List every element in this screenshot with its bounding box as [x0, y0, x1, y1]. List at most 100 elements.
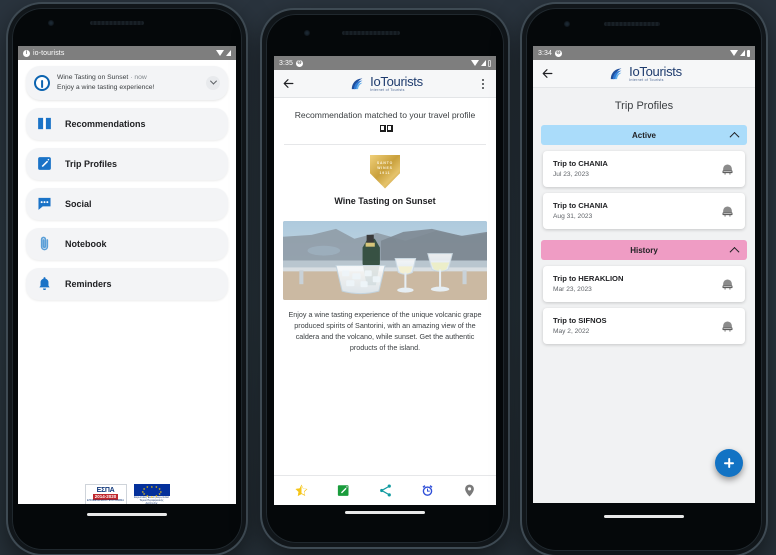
notification-card[interactable]: Wine Tasting on Sunset · now Enjoy a win…	[26, 66, 228, 100]
espa-fine-print: ΕΠΙΧΕΙΡΗΣΙΑΚΟ ΠΡΟΓΡΑΜΜΑ	[87, 499, 124, 503]
gesture-bar	[87, 513, 167, 516]
plus-icon	[723, 457, 735, 469]
brand-name: IoTourists	[370, 73, 423, 89]
star-half-icon[interactable]	[294, 483, 309, 498]
app-brand: IoTourists Internet of Tourists	[303, 75, 469, 93]
bus-icon	[722, 279, 733, 289]
eu-star-icon: ★	[150, 494, 154, 499]
offer-photo-image	[283, 220, 487, 300]
chevron-up-icon	[729, 131, 740, 142]
alarm-clock-icon[interactable]	[420, 483, 435, 498]
offer-title: Wine Tasting on Sunset	[334, 195, 436, 206]
gesture-bar	[604, 515, 684, 518]
eu-star-icon: ★	[155, 493, 158, 498]
share-icon[interactable]	[378, 483, 393, 498]
iotourists-logo-icon	[352, 78, 363, 90]
app-info-icon	[34, 74, 50, 91]
wifi-icon	[729, 50, 738, 56]
trip-name: Trip to SIFNOS	[553, 316, 607, 326]
badge-line-3: 1911	[379, 170, 391, 175]
book-icon	[38, 118, 51, 130]
phone-3-content: Trip Profiles Active Trip to CHANIA Jul …	[533, 88, 755, 503]
statusbar-clock: 3:35	[279, 59, 294, 67]
phone-3-appbar: IoTourists Internet of Tourists	[533, 60, 755, 88]
add-trip-fab[interactable]	[715, 449, 743, 477]
section-header-history[interactable]: History	[541, 240, 747, 260]
battery-icon	[488, 60, 492, 67]
bus-icon	[722, 206, 733, 216]
eu-star-icon: ★	[158, 492, 161, 496]
signal-icon	[226, 50, 231, 56]
trip-date: May 2, 2022	[553, 327, 590, 335]
winery-badge: SANTO WINES 1911 Wine Tasting on Sunset	[274, 145, 496, 208]
trip-date: Aug 31, 2023	[553, 212, 593, 220]
trip-name: Trip to CHANIA	[553, 201, 608, 211]
menu-item-trip-profiles[interactable]: Trip Profiles	[26, 147, 228, 180]
menu-item-social[interactable]: Social	[26, 187, 228, 220]
trip-name: Trip to HERAKLION	[553, 274, 624, 284]
screenshot-stage: i io-tourists Wine Tasting on Sunset · n…	[0, 0, 776, 555]
statusbar-app-label: io-tourists	[33, 49, 65, 57]
earpiece-speaker	[604, 22, 660, 26]
gesture-bar	[345, 511, 425, 514]
trip-date: Mar 23, 2023	[553, 285, 592, 293]
bell-icon	[39, 277, 50, 291]
notification-time: · now	[130, 74, 147, 81]
edit-note-icon[interactable]	[336, 483, 351, 498]
back-arrow-icon[interactable]	[541, 67, 554, 80]
eu-star-icon: ★	[146, 493, 149, 498]
eu-star-icon: ★	[142, 487, 146, 491]
menu-item-recommendations[interactable]: Recommendations	[26, 107, 228, 140]
section-title: History	[630, 245, 658, 255]
menu-item-notebook[interactable]: Notebook	[26, 227, 228, 260]
earpiece-speaker	[342, 31, 400, 35]
signal-icon	[739, 50, 745, 56]
trip-card[interactable]: Trip to CHANIA Aug 31, 2023	[543, 193, 745, 229]
bus-icon	[722, 321, 733, 331]
phone-1-content: Wine Tasting on Sunset · now Enjoy a win…	[18, 60, 236, 504]
phone-1-frame: i io-tourists Wine Tasting on Sunset · n…	[8, 4, 246, 554]
wifi-icon	[470, 60, 479, 66]
trip-card[interactable]: Trip to HERAKLION Mar 23, 2023	[543, 266, 745, 302]
chevron-up-icon	[729, 246, 740, 257]
location-pin-icon[interactable]	[462, 483, 477, 498]
dnd-icon: ⊖	[296, 59, 304, 67]
trip-card[interactable]: Trip to SIFNOS May 2, 2022	[543, 308, 745, 344]
menu-item-reminders[interactable]: Reminders	[26, 267, 228, 300]
front-camera-icon	[304, 30, 310, 36]
brand-name: IoTourists	[629, 63, 682, 79]
offer-description: Enjoy a wine tasting experience of the u…	[288, 309, 482, 352]
eu-logo: ★ ★ ★ ★ ★ ★ ★ ★ ★ ★ ★ ★ Ευρωπαϊκή Ένωση Ευρωπαϊκό Τ…	[133, 484, 170, 504]
signal-icon	[480, 60, 486, 66]
notification-body: Enjoy a wine tasting experience!	[57, 83, 155, 91]
eu-star-icon: ★	[146, 485, 149, 490]
section-header-active[interactable]: Active	[541, 125, 747, 145]
iotourists-logo-icon	[611, 68, 622, 80]
trip-name: Trip to CHANIA	[553, 159, 608, 169]
page-title: Trip Profiles	[614, 100, 674, 112]
phone-3-frame: 3:34 ⊖ IoTourists Internet of Tourists T…	[522, 4, 766, 555]
chevron-down-icon[interactable]	[206, 75, 220, 90]
edit-square-icon	[38, 157, 51, 171]
phone-2-bottom-nav	[274, 475, 496, 505]
trip-card[interactable]: Trip to CHANIA Jul 23, 2023	[543, 151, 745, 187]
phone-3-statusbar: 3:34 ⊖	[533, 46, 755, 60]
app-brand: IoTourists Internet of Tourists	[562, 65, 728, 83]
phone-2-screen: 3:35 ⊖ IoTourists Internet of Tourists R…	[274, 56, 496, 505]
trip-date: Jul 23, 2023	[553, 170, 589, 178]
phone-1-statusbar: i io-tourists	[18, 46, 236, 60]
phone-1-screen: i io-tourists Wine Tasting on Sunset · n…	[18, 46, 236, 504]
santo-wines-shield-icon: SANTO WINES 1911	[370, 154, 400, 189]
recommendation-headline: Recommendation matched to your travel pr…	[274, 98, 496, 144]
kebab-menu-icon[interactable]	[477, 77, 488, 90]
chat-bubble-icon	[38, 198, 51, 211]
battery-icon	[746, 49, 750, 57]
phone-2-content: Recommendation matched to your travel pr…	[274, 98, 496, 505]
eu-flag-icon: ★ ★ ★ ★ ★ ★ ★ ★ ★ ★ ★ ★	[133, 484, 170, 499]
paperclip-icon	[40, 236, 49, 251]
back-arrow-icon[interactable]	[282, 77, 295, 90]
brand-tagline: Internet of Tourists	[629, 77, 664, 82]
unsupported-emoji-glyph	[379, 124, 393, 135]
dnd-icon: ⊖	[555, 49, 563, 57]
menu-item-label: Social	[65, 198, 92, 209]
